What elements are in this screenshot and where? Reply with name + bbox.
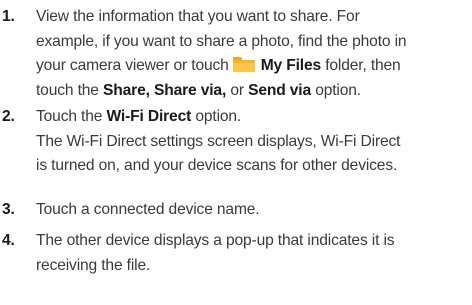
step-text-line: your camera viewer or touch My Files fold… — [36, 54, 406, 79]
step-text: option. — [191, 108, 242, 125]
step-text: option. — [311, 81, 361, 99]
step-text-line: is turned on, and your device scans for … — [36, 157, 398, 174]
step-number: 1. — [2, 8, 15, 25]
step-number: 3. — [2, 201, 15, 218]
step-3: 3. Touch a connected device name. — [0, 198, 260, 223]
step-text-line: View the information that you want to sh… — [36, 8, 360, 25]
wifi-direct-label: Wi-Fi Direct — [106, 108, 192, 125]
step-text-line: The Wi-Fi Direct settings screen display… — [36, 132, 401, 150]
step-1: 1. View the information that you want to… — [0, 5, 407, 104]
step-4: 4. The other device displays a pop-up th… — [0, 229, 395, 278]
folder-icon — [232, 57, 255, 72]
send-via-label: Send via — [248, 81, 312, 99]
step-text-line: The other device displays a pop-up that … — [36, 232, 395, 249]
step-2: 2. Touch the Wi-Fi Direct option. The Wi… — [0, 105, 400, 179]
step-number: 4. — [2, 232, 15, 249]
step-text-line: touch the Share, Share via, or Send via … — [36, 79, 406, 104]
step-text-line: receiving the file. — [36, 256, 151, 274]
share-options-label: Share, Share via, — [103, 81, 227, 99]
step-text-line: Touch a connected device name. — [36, 201, 260, 218]
my-files-label: My Files — [260, 57, 322, 74]
step-text: or — [226, 81, 249, 99]
step-text-line: Touch the Wi-Fi Direct option. — [36, 105, 400, 130]
step-text-line: example, if you want to share a photo, f… — [36, 32, 407, 50]
step-text: your camera viewer or touch — [36, 57, 229, 74]
step-text: touch the — [36, 81, 103, 99]
step-text: folder, then — [321, 57, 401, 74]
step-number: 2. — [2, 108, 15, 125]
step-text: Touch the — [36, 108, 107, 125]
